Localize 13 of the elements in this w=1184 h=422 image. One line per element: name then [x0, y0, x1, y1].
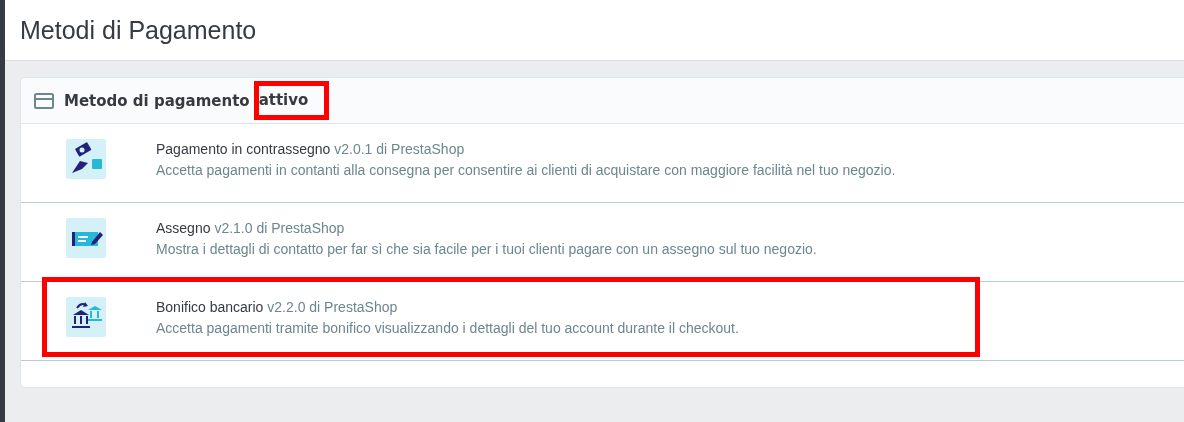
method-description: Mostra i dettagli di contatto per far sì che sia facile per i tuoi clienti pagare con un assegno sul tuo negozio. [156, 240, 817, 257]
highlighted-word: attivo [253, 81, 330, 120]
method-name: Bonifico bancario v2.2.0 di PrestaShop [156, 298, 399, 315]
cash-hand-icon [66, 139, 106, 179]
card-title: Metodo di pagamento [64, 91, 250, 110]
bank-transfer-icon [66, 297, 106, 337]
cheque-pen-icon [66, 218, 106, 258]
method-name: Assegno v2.1.0 di PrestaShop [156, 219, 346, 236]
credit-card-icon [34, 92, 54, 109]
method-description: Accetta pagamenti tramite bonifico visualizzando i dettagli del tuo account durante il checkout. [156, 319, 739, 336]
page-title: Metodi di Pagamento [20, 15, 257, 45]
method-name: Pagamento in contrassegno v2.0.1 di PrestaShop [156, 140, 466, 157]
method-description: Accetta pagamenti in contanti alla consegna per consentire ai clienti di acquistare con maggiore facilità nel tuo negozio. [156, 161, 896, 178]
